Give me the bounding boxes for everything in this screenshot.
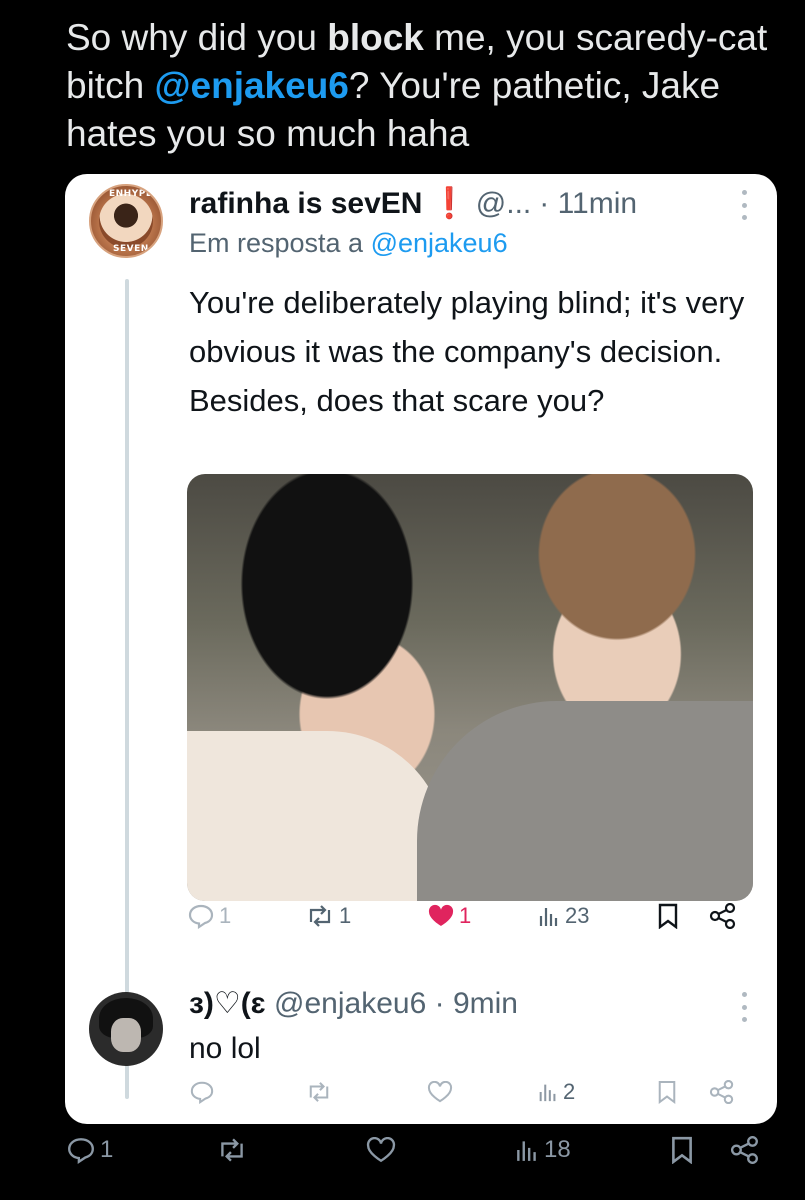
avatar[interactable]: ENHYPEN SEVEN	[89, 184, 163, 258]
view-count: 2	[563, 1079, 576, 1104]
reply-button[interactable]: 1	[66, 1136, 113, 1164]
like-count: 1	[459, 903, 472, 928]
retweet-button[interactable]: 1	[305, 903, 351, 929]
mention-link[interactable]: @enjakeu6	[154, 65, 348, 106]
like-button[interactable]	[427, 1081, 453, 1103]
mention-link[interactable]: @enjakeu6	[371, 228, 508, 258]
bookmark-button[interactable]	[657, 903, 679, 929]
share-icon	[730, 1136, 758, 1164]
user-handle[interactable]: @enjakeu6	[274, 987, 426, 1020]
retweet-icon	[309, 905, 331, 927]
avatar[interactable]	[89, 992, 163, 1066]
quote-text-part: So why did you	[66, 17, 328, 58]
analytics-icon	[539, 908, 558, 926]
timestamp[interactable]: · 11min	[539, 187, 637, 221]
views-button[interactable]: 18	[514, 1136, 571, 1164]
views-button[interactable]: 23	[537, 903, 589, 929]
view-count: 18	[544, 1136, 571, 1163]
reply-text: no lol	[189, 1032, 261, 1065]
display-name[interactable]: rafinha is sevEN	[189, 187, 422, 221]
reply-header: ɜ)♡(ɛ @enjakeu6 · 9min	[189, 986, 518, 1021]
tweet-text: You're deliberately playing blind; it's …	[189, 285, 745, 418]
bookmark-icon	[658, 903, 678, 929]
share-button[interactable]	[730, 1136, 760, 1164]
reply-icon	[188, 904, 214, 929]
retweet-button[interactable]	[305, 1081, 333, 1103]
reply-button[interactable]	[189, 1080, 215, 1104]
retweet-count: 1	[339, 903, 352, 928]
avatar-photo	[99, 194, 153, 248]
reply-count: 1	[100, 1136, 114, 1163]
like-button[interactable]	[366, 1137, 396, 1163]
heart-icon	[427, 1081, 453, 1103]
display-name[interactable]: ɜ)♡(ɛ	[189, 987, 266, 1020]
heart-filled-icon	[428, 904, 454, 926]
heart-icon	[366, 1137, 396, 1163]
thread-line	[125, 279, 129, 1099]
like-button[interactable]: 1	[427, 903, 471, 929]
analytics-icon	[517, 1141, 536, 1161]
reply-icon	[68, 1138, 94, 1164]
view-count: 23	[565, 903, 590, 928]
photo-detail	[417, 701, 753, 901]
share-icon	[709, 1080, 734, 1104]
reply-icon	[190, 1081, 214, 1104]
reply-prefix: Em resposta a	[189, 228, 371, 258]
retweet-icon	[309, 1082, 329, 1102]
quote-text: So why did you block me, you scaredy-cat…	[66, 14, 786, 158]
reply-button[interactable]: 1	[187, 903, 231, 929]
tweet-photo[interactable]	[187, 474, 753, 901]
bookmark-icon	[672, 1136, 692, 1164]
quote-text-bold: block	[327, 17, 424, 58]
reply-context: Em resposta a @enjakeu6	[189, 228, 508, 259]
photo-detail	[187, 731, 447, 901]
share-button[interactable]	[709, 1080, 735, 1104]
bookmark-button[interactable]	[670, 1136, 694, 1164]
bookmark-button[interactable]	[657, 1080, 677, 1104]
user-handle[interactable]: @...	[476, 187, 531, 221]
share-button[interactable]	[709, 903, 737, 929]
more-options-icon[interactable]	[739, 190, 749, 220]
retweet-icon	[221, 1138, 243, 1162]
avatar-logo-text: ENHYPEN	[109, 189, 161, 199]
quoted-thread-card[interactable]: ENHYPEN SEVEN rafinha is sevEN ❗ @... · …	[65, 174, 777, 1124]
avatar-photo	[111, 1018, 141, 1052]
tweet-header: rafinha is sevEN ❗ @... · 11min	[189, 186, 637, 221]
share-icon	[709, 903, 736, 929]
bookmark-icon	[658, 1081, 676, 1104]
timestamp[interactable]: · 9min	[435, 987, 518, 1020]
exclamation-icon: ❗	[430, 187, 468, 220]
avatar-logo-text: SEVEN	[113, 244, 149, 254]
analytics-icon	[539, 1084, 556, 1102]
views-button[interactable]: 2	[537, 1079, 575, 1105]
more-options-icon[interactable]	[739, 992, 749, 1022]
retweet-button[interactable]	[216, 1137, 248, 1163]
reply-count: 1	[219, 903, 232, 928]
